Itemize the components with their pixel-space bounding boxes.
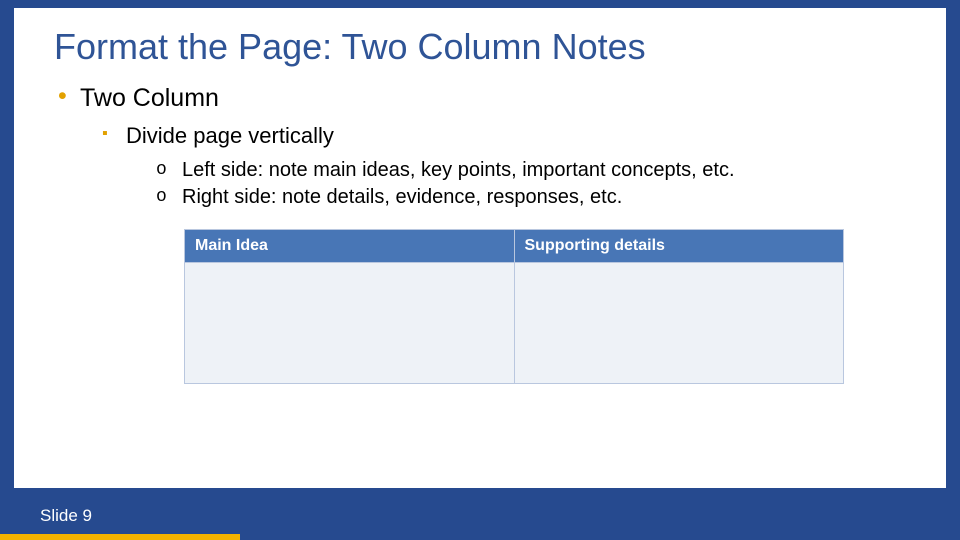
bullet-text: Two Column — [80, 84, 219, 112]
bullet-text: Divide page vertically — [126, 123, 334, 148]
bullet-list-level3: Left side: note main ideas, key points, … — [126, 159, 906, 209]
table-body-right — [515, 263, 844, 383]
table-header-main-idea: Main Idea — [185, 230, 514, 263]
accent-bar — [0, 534, 240, 540]
bullet-left-side: Left side: note main ideas, key points, … — [156, 159, 906, 182]
slide-title: Format the Page: Two Column Notes — [54, 26, 906, 68]
slide-body: Format the Page: Two Column Notes Two Co… — [14, 8, 946, 488]
bullet-list-level2: Divide page vertically Left side: note m… — [80, 123, 906, 209]
bullet-right-side: Right side: note details, evidence, resp… — [156, 186, 906, 209]
bullet-divide-vertically: Divide page vertically Left side: note m… — [100, 123, 906, 209]
two-column-table: Main Idea Supporting details — [184, 229, 844, 384]
bullet-two-column: Two Column Divide page vertically Left s… — [54, 84, 906, 209]
bullet-list-level1: Two Column Divide page vertically Left s… — [54, 84, 906, 209]
table-column-right: Supporting details — [515, 229, 845, 384]
table-body-left — [185, 263, 514, 383]
slide-number: Slide 9 — [40, 506, 92, 526]
table-column-left: Main Idea — [184, 229, 515, 384]
table-header-supporting-details: Supporting details — [515, 230, 844, 263]
